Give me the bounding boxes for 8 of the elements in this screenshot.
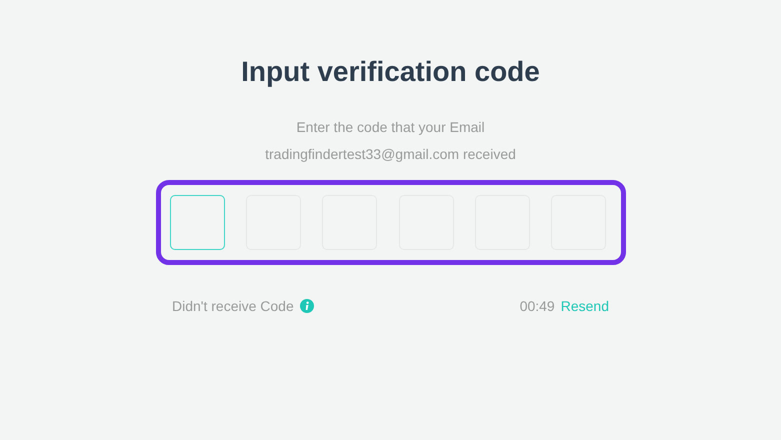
- instruction-text: tradingfindertest33@gmail.com received: [265, 145, 516, 164]
- page-title: Input verification code: [241, 55, 540, 89]
- help-text: Didn't receive Code: [172, 298, 294, 314]
- info-icon[interactable]: [300, 299, 314, 313]
- resend-link[interactable]: Resend: [560, 298, 609, 314]
- instruction-text: Enter the code that your Email: [296, 118, 485, 137]
- countdown-timer: 00:49: [520, 298, 555, 314]
- code-digit-field[interactable]: [170, 195, 224, 250]
